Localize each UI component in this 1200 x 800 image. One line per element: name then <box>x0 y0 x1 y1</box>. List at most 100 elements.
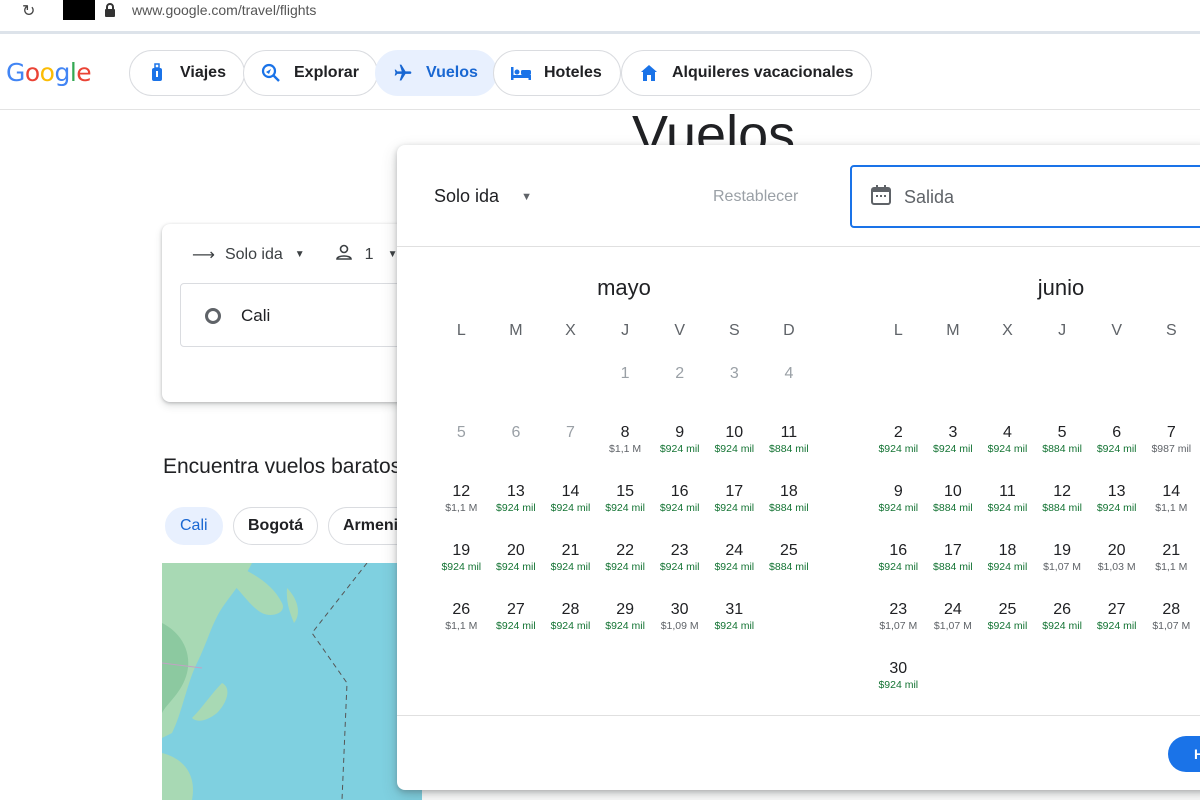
calendar-day[interactable]: 6 $924 mil <box>1089 424 1144 474</box>
dropdown-arrow-icon: ▼ <box>294 249 305 260</box>
calendar-day[interactable]: 13 $924 mil <box>1089 483 1144 533</box>
calendar-day[interactable]: 29 $924 mil <box>598 601 653 651</box>
nav-flights[interactable]: Vuelos <box>375 50 497 96</box>
day-number: 25 <box>779 542 798 559</box>
calendar-day[interactable]: 30 $924 mil <box>871 660 926 710</box>
calendar-day[interactable]: 15 $924 mil <box>598 483 653 533</box>
calendar-day[interactable]: 18 $924 mil <box>980 542 1035 592</box>
calendar-day[interactable]: 16 $924 mil <box>652 483 707 533</box>
calendar-day[interactable]: 19 $924 mil <box>434 542 489 592</box>
explore-map[interactable] <box>162 563 422 800</box>
calendar-day[interactable]: 14 $924 mil <box>543 483 598 533</box>
done-button[interactable]: Hecho <box>1168 736 1200 772</box>
calendar-day[interactable]: 28 $924 mil <box>543 601 598 651</box>
day-price: $924 mil <box>659 443 700 455</box>
calendar-day[interactable]: 8 $1,1 M <box>598 424 653 474</box>
day-number: 7 <box>1166 424 1176 441</box>
reset-button[interactable]: Restablecer <box>713 188 798 206</box>
chip-city[interactable]: Cali <box>165 507 223 545</box>
day-number: 19 <box>1053 542 1071 559</box>
month-title: mayo <box>597 275 651 300</box>
day-price: $924 mil <box>659 561 700 573</box>
nav-explore[interactable]: Explorar <box>243 50 378 96</box>
trip-type-select[interactable]: Solo ida <box>225 246 283 264</box>
calendar-day[interactable]: 23 $1,07 M <box>871 601 926 651</box>
calendar-day[interactable]: 20 $1,03 M <box>1089 542 1144 592</box>
calendar-day[interactable]: 24 $924 mil <box>707 542 762 592</box>
calendar-day[interactable]: 2 $924 mil <box>871 424 926 474</box>
reload-icon[interactable]: ↻ <box>22 1 35 21</box>
chip-city[interactable]: Bogotá <box>233 507 319 545</box>
day-price: $1,03 M <box>1097 561 1136 573</box>
calendar-day[interactable]: 23 $924 mil <box>652 542 707 592</box>
calendar-day[interactable]: 18 $884 mil <box>762 483 817 533</box>
calendar-day[interactable]: 12 $1,1 M <box>434 483 489 533</box>
calendar-day: 5 <box>434 424 489 474</box>
nav-vacation-rentals[interactable]: Alquileres vacacionales <box>621 50 873 96</box>
calendar-day[interactable]: 24 $1,07 M <box>926 601 981 651</box>
calendar-day[interactable]: 22 $924 mil <box>598 542 653 592</box>
day-number: 2 <box>675 365 685 382</box>
calendar-day[interactable]: 28 $1,07 M <box>1144 601 1199 651</box>
picker-trip-type-select[interactable]: Solo ida ▼ <box>434 186 532 207</box>
weekday-header: J <box>1058 322 1067 339</box>
calendar-day[interactable]: 26 $1,1 M <box>434 601 489 651</box>
google-logo[interactable]: Google <box>6 58 92 88</box>
day-price: $1,07 M <box>1043 561 1082 573</box>
lock-icon <box>105 3 115 17</box>
weekday-header: D <box>783 322 795 339</box>
nav-explore-label: Explorar <box>294 64 359 81</box>
weekday-header: L <box>456 322 466 339</box>
day-price: $1,1 M <box>1155 502 1188 514</box>
calendar-day[interactable]: 11 $924 mil <box>980 483 1035 533</box>
day-price: $884 mil <box>933 502 973 514</box>
day-number: 1 <box>620 365 630 382</box>
calendar-day[interactable]: 9 $924 mil <box>871 483 926 533</box>
passenger-count[interactable]: 1 <box>365 246 374 264</box>
luggage-icon <box>144 63 170 83</box>
calendar-day[interactable]: 17 $924 mil <box>707 483 762 533</box>
day-number: 3 <box>948 424 958 441</box>
day-price: $924 mil <box>714 561 755 573</box>
calendar-day[interactable]: 27 $924 mil <box>489 601 544 651</box>
calendar-day[interactable]: 4 $924 mil <box>980 424 1035 474</box>
calendar-day[interactable]: 19 $1,07 M <box>1035 542 1090 592</box>
departure-date-field[interactable]: Salida <box>850 165 1200 228</box>
calendar-day[interactable]: 21 $1,1 M <box>1144 542 1199 592</box>
hotel-icon <box>508 65 534 81</box>
calendar-day[interactable]: 5 $884 mil <box>1035 424 1090 474</box>
calendar-day[interactable]: 20 $924 mil <box>489 542 544 592</box>
day-price: $924 mil <box>441 561 482 573</box>
calendar-day[interactable]: 30 $1,09 M <box>652 601 707 651</box>
day-price: $924 mil <box>878 443 919 455</box>
nav-hotels[interactable]: Hoteles <box>493 50 621 96</box>
calendar-day[interactable]: 12 $884 mil <box>1035 483 1090 533</box>
dropdown-arrow-icon: ▼ <box>387 249 398 260</box>
calendar-day[interactable]: 27 $924 mil <box>1089 601 1144 651</box>
calendar-day[interactable]: 7 $987 mil <box>1144 424 1199 474</box>
calendar-day: 4 <box>762 365 817 415</box>
calendar-day[interactable]: 25 $884 mil <box>762 542 817 592</box>
calendar-day[interactable]: 17 $884 mil <box>926 542 981 592</box>
weekday-header: S <box>1165 322 1177 339</box>
calendar-day[interactable]: 16 $924 mil <box>871 542 926 592</box>
calendar-day[interactable]: 31 $924 mil <box>707 601 762 651</box>
day-price: $924 mil <box>987 620 1028 632</box>
calendar-day[interactable]: 21 $924 mil <box>543 542 598 592</box>
address-bar-url[interactable]: www.google.com/travel/flights <box>132 2 316 18</box>
day-price: $1,09 M <box>660 620 699 632</box>
calendar-day[interactable]: 25 $924 mil <box>980 601 1035 651</box>
calendar-day[interactable]: 9 $924 mil <box>652 424 707 474</box>
day-price: $924 mil <box>987 443 1028 455</box>
calendar-day[interactable]: 3 $924 mil <box>926 424 981 474</box>
calendar-day[interactable]: 10 $924 mil <box>707 424 762 474</box>
calendar-day[interactable]: 14 $1,1 M <box>1144 483 1199 533</box>
calendar-day[interactable]: 26 $924 mil <box>1035 601 1090 651</box>
day-number: 25 <box>998 601 1017 618</box>
calendar-day[interactable]: 10 $884 mil <box>926 483 981 533</box>
calendar-day: 6 <box>489 424 544 474</box>
departure-label: Salida <box>904 187 955 207</box>
calendar-day[interactable]: 13 $924 mil <box>489 483 544 533</box>
calendar-day[interactable]: 11 $884 mil <box>762 424 817 474</box>
nav-travel[interactable]: Viajes <box>129 50 245 96</box>
